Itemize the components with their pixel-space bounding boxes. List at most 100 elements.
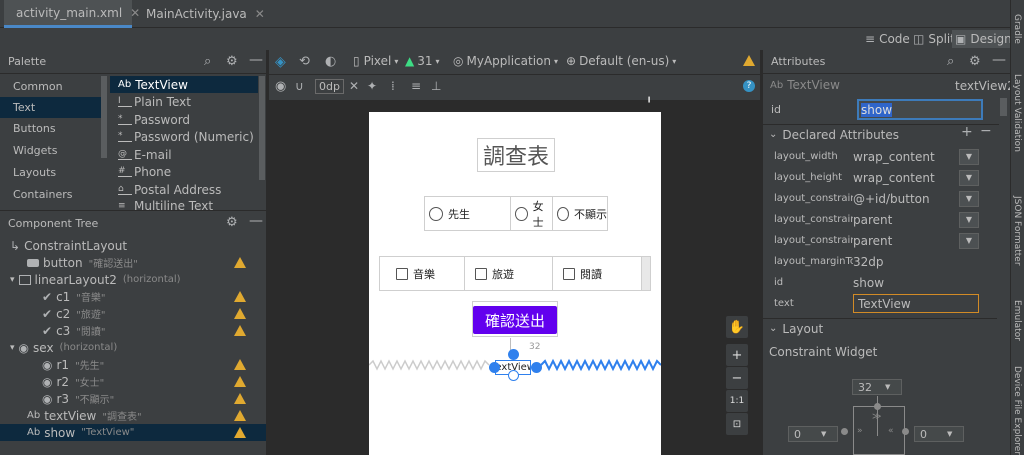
id-field[interactable]: show — [857, 99, 983, 120]
attr-value[interactable]: wrap_content — [853, 150, 953, 164]
infer-constraints-icon[interactable]: ✦ — [367, 79, 377, 93]
dropdown-icon[interactable]: ▼ — [959, 148, 979, 165]
device-preview[interactable]: 調查表 先生 女士 不顯示 音樂 旅遊 閱讀 確認送出 32 TextView — [369, 112, 661, 455]
warning-icon[interactable] — [234, 393, 246, 404]
eye-icon[interactable]: ◉ — [275, 79, 286, 94]
layout-section-header[interactable]: ⌄ Layout — [763, 318, 997, 338]
palette-component-scrollbar[interactable] — [259, 76, 265, 180]
search-icon[interactable]: ⌕ — [204, 54, 211, 69]
gradle-tool[interactable]: Gradle — [1012, 14, 1022, 44]
code-view-button[interactable]: ≡ Code — [862, 30, 913, 48]
tree-item-c2[interactable]: ✔ c2 "旅遊" — [0, 305, 266, 322]
locale-dropdown[interactable]: ⊕ Default (en-us) ▾ — [566, 54, 676, 68]
close-icon[interactable]: ✕ — [255, 7, 265, 21]
split-view-button[interactable]: ◫ Split — [910, 30, 958, 48]
sex-radio-group[interactable]: 先生 女士 不顯示 — [424, 196, 608, 231]
spring-icon[interactable]: ≫ — [872, 412, 881, 422]
json-formatter-tool[interactable]: JSON Formatter — [1012, 196, 1022, 266]
dropdown-icon[interactable]: ▼ — [959, 190, 979, 207]
tree-item-button[interactable]: button "確認送出" — [0, 254, 266, 271]
submit-button[interactable]: 確認送出 — [473, 306, 557, 334]
search-icon[interactable]: ⌕ — [947, 54, 954, 69]
tree-item-textview[interactable]: Ab textView "調查表" — [0, 407, 266, 424]
attr-value[interactable]: show — [853, 276, 953, 290]
add-attribute-icon[interactable]: + — [961, 124, 973, 140]
palette-category-buttons[interactable]: Buttons — [0, 118, 102, 139]
zoom-fit-button[interactable]: ⊡ — [726, 413, 748, 435]
tree-item-c1[interactable]: ✔ c1 "音樂" — [0, 288, 266, 305]
remove-attribute-icon[interactable]: − — [980, 123, 992, 139]
tree-item-linearlayout2[interactable]: ▾ linearLayout2 (horizontal) — [0, 271, 266, 288]
attr-row-margin-top[interactable]: layout_marginTop32dp — [763, 251, 1008, 272]
design-view-button[interactable]: ▣ Design — [952, 30, 1015, 48]
night-mode-icon[interactable]: ◐ — [325, 54, 336, 69]
warning-icon[interactable] — [743, 55, 755, 66]
zoom-in-button[interactable]: + — [726, 344, 748, 366]
checkbox-c2[interactable]: 旅遊 — [465, 257, 553, 290]
default-margin-button[interactable]: 0dp — [315, 79, 344, 94]
orientation-icon[interactable]: ⟲ — [299, 54, 310, 69]
api-dropdown[interactable]: ▲ 31 ▾ — [405, 54, 440, 68]
tree-item-sex[interactable]: ▾ ◉ sex (horizontal) — [0, 339, 266, 356]
palette-category-layouts[interactable]: Layouts — [0, 162, 102, 183]
warning-icon[interactable] — [234, 410, 246, 421]
gear-icon[interactable]: ⚙ — [969, 54, 981, 69]
dropdown-icon[interactable]: ▼ — [959, 169, 979, 186]
warning-icon[interactable] — [234, 308, 246, 319]
linearlayout2-preview[interactable]: 音樂 旅遊 閱讀 — [379, 256, 651, 291]
attr-row-text[interactable]: text TextView — [763, 293, 1008, 314]
radio-r1[interactable]: 先生 — [425, 197, 511, 230]
help-icon[interactable]: ? — [743, 80, 755, 92]
tree-item-constraintlayout[interactable]: ↳ ConstraintLayout — [0, 237, 266, 254]
attr-value[interactable]: parent — [853, 234, 953, 248]
theme-dropdown[interactable]: ◎ MyApplication ▾ — [453, 54, 558, 68]
align-icon[interactable]: ⊥ — [431, 79, 441, 93]
radio-r3[interactable]: 不顯示 — [553, 197, 607, 230]
device-file-explorer-tool[interactable]: Device File Explorer — [1012, 366, 1022, 455]
palette-item-plain-text[interactable]: I Plain Text — [110, 93, 258, 110]
emulator-tool[interactable]: Emulator — [1012, 300, 1022, 341]
warning-icon[interactable] — [234, 427, 246, 438]
palette-category-widgets[interactable]: Widgets — [0, 140, 102, 161]
tree-item-show[interactable]: Ab show "TextView" — [0, 424, 266, 441]
gear-icon[interactable]: ⚙ — [226, 54, 238, 69]
attr-value[interactable]: parent — [853, 213, 953, 227]
magnet-icon[interactable]: ∪ — [295, 79, 304, 93]
attr-value[interactable]: wrap_content — [853, 171, 953, 185]
palette-item-postal-address[interactable]: ⌂ Postal Address — [110, 181, 258, 198]
spring-icon[interactable]: « — [888, 426, 894, 436]
attr-row-constraint-start[interactable]: layout_constraint...parent ▼ — [763, 209, 1008, 230]
palette-item-textview[interactable]: Ab TextView — [110, 76, 258, 93]
text-attr-field[interactable]: TextView — [853, 294, 979, 313]
dropdown-icon[interactable]: ▼ — [959, 211, 979, 228]
checkbox-c3[interactable]: 閱讀 — [553, 257, 641, 290]
warning-icon[interactable] — [234, 257, 246, 268]
resize-handle-icon[interactable]: ╹ — [646, 98, 652, 109]
top-margin-dropdown[interactable]: 32 ▼ — [852, 379, 902, 395]
attr-value[interactable]: 32dp — [853, 255, 953, 269]
spring-icon[interactable]: » — [857, 426, 863, 436]
gear-icon[interactable]: ⚙ — [226, 215, 238, 230]
palette-item-multiline-text[interactable]: ≡ Multiline Text — [110, 199, 258, 210]
attributes-scrollbar[interactable] — [1000, 98, 1007, 116]
warning-icon[interactable] — [234, 291, 246, 302]
palette-item-password-numeric[interactable]: * Password (Numeric) — [110, 128, 258, 145]
clear-constraints-icon[interactable]: ✕ — [349, 79, 359, 93]
radio-r2[interactable]: 女士 — [511, 197, 553, 230]
checkbox-c1[interactable]: 音樂 — [382, 257, 465, 290]
warning-icon[interactable] — [234, 325, 246, 336]
palette-item-phone[interactable]: # Phone — [110, 163, 258, 180]
warning-icon[interactable] — [234, 376, 246, 387]
tree-item-r1[interactable]: ◉ r1 "先生" — [0, 356, 266, 373]
palette-category-text[interactable]: Text — [0, 97, 102, 118]
attr-value[interactable]: @+id/button — [853, 192, 953, 206]
layout-validation-tool[interactable]: Layout Validation — [1012, 74, 1022, 152]
palette-category-containers[interactable]: Containers — [0, 184, 102, 205]
dropdown-icon[interactable]: ▼ — [959, 232, 979, 249]
tree-item-c3[interactable]: ✔ c3 "閱讀" — [0, 322, 266, 339]
palette-category-scrollbar[interactable] — [101, 76, 107, 158]
tree-item-r3[interactable]: ◉ r3 "不顯示" — [0, 390, 266, 407]
warning-icon[interactable] — [234, 359, 246, 370]
minimize-icon[interactable]: — — [249, 52, 263, 68]
pan-button[interactable]: ✋ — [726, 316, 748, 338]
